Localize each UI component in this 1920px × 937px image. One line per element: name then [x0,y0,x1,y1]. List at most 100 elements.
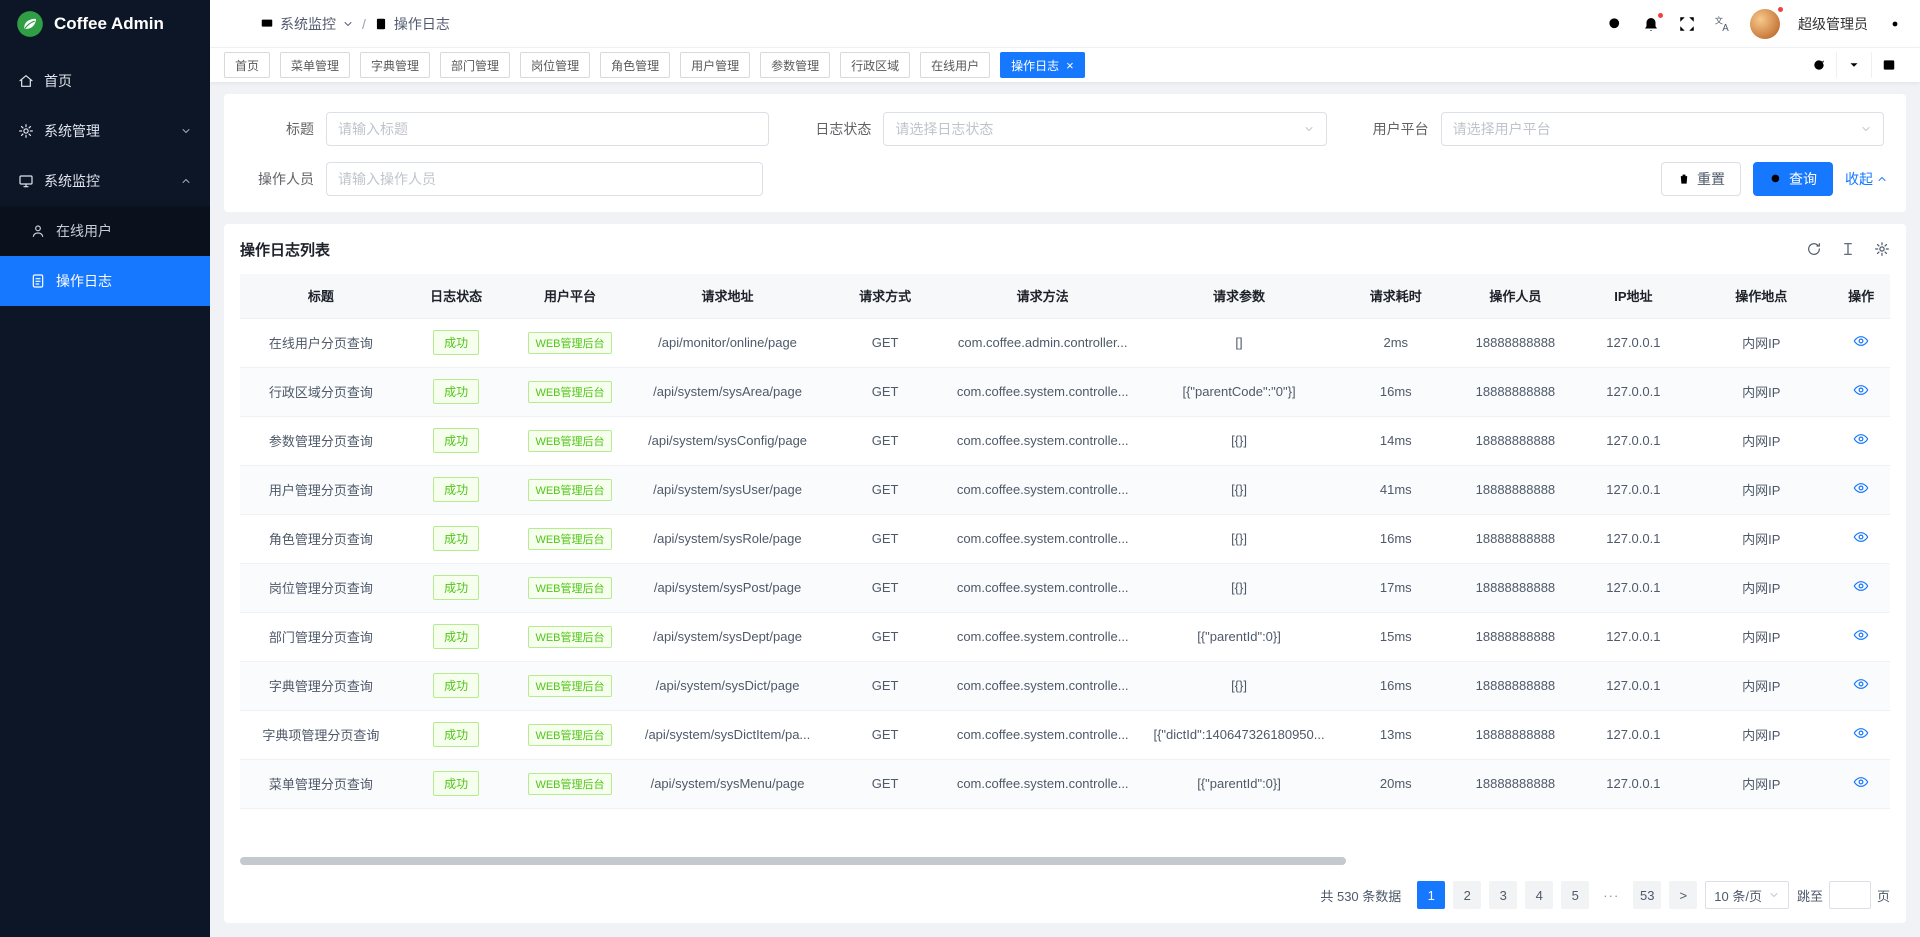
tab-item[interactable]: 行政区域 [840,52,910,78]
view-detail-button[interactable] [1853,578,1869,594]
cell-request-method: GET [826,465,945,514]
page-button[interactable]: 1 [1417,881,1445,909]
filter-row-2: 操作人员 重置 查询 [240,162,1890,196]
view-detail-button[interactable] [1853,382,1869,398]
cell-ip: 127.0.0.1 [1576,759,1690,808]
column-header: IP地址 [1576,274,1690,318]
breadcrumb: 系统监控 / 操作日志 [260,14,450,34]
table-density-button[interactable] [1840,241,1856,257]
cell-operator: 18888888888 [1454,416,1576,465]
tab-label: 操作日志 [1011,57,1059,74]
chevron-down-icon [342,18,354,30]
page-button[interactable]: 2 [1453,881,1481,909]
tab-item[interactable]: 角色管理 [600,52,670,78]
operator-field [326,162,763,196]
page-size-select[interactable]: 10 条/页 [1705,881,1789,909]
filter-panel: 标题 日志状态 用户平台 [224,94,1906,212]
column-settings-button[interactable] [1874,241,1890,257]
sidebar-item-online-users[interactable]: 在线用户 [0,206,210,256]
cell-status: 成功 [402,416,511,465]
tab-item[interactable]: 岗位管理 [520,52,590,78]
operator-input[interactable] [338,171,751,187]
refresh-tab-button[interactable] [1802,52,1836,78]
filter-row-1: 标题 日志状态 用户平台 [240,112,1890,146]
cell-status: 成功 [402,514,511,563]
tab-item[interactable]: 操作日志 × [1000,52,1085,78]
sidebar-item-system-monitor[interactable]: 系统监控 [0,156,210,206]
page-button[interactable]: 4 [1525,881,1553,909]
view-detail-button[interactable] [1853,333,1869,349]
search-button[interactable] [1606,15,1624,33]
eye-icon [1853,725,1869,741]
status-tag: 成功 [433,379,479,404]
tab-label: 角色管理 [611,57,659,74]
scrollbar-thumb[interactable] [240,857,1346,865]
cell-request-function: com.coffee.admin.controller... [945,318,1141,367]
fullscreen-button[interactable] [1678,15,1696,33]
title-field [326,112,769,146]
user-menu[interactable] [1750,9,1780,39]
notifications-button[interactable] [1642,15,1660,33]
refresh-table-button[interactable] [1806,241,1822,257]
logo[interactable]: Coffee Admin [0,0,210,48]
settings-button[interactable] [1886,15,1904,33]
view-detail-button[interactable] [1853,529,1869,545]
platform-select-input[interactable] [1453,121,1854,137]
sidebar-item-op-log[interactable]: 操作日志 [0,256,210,306]
collapse-sidebar-button[interactable] [226,15,244,33]
cell-action [1832,710,1890,759]
horizontal-scrollbar [240,857,1890,865]
tab-item[interactable]: 部门管理 [440,52,510,78]
tab-item[interactable]: 用户管理 [680,52,750,78]
sidebar-item-home[interactable]: 首页 [0,56,210,106]
content-fullscreen-button[interactable] [1872,52,1906,78]
next-page-button[interactable]: > [1669,881,1697,909]
operator-label: 操作人员 [240,169,326,189]
view-detail-button[interactable] [1853,676,1869,692]
tab-item[interactable]: 参数管理 [760,52,830,78]
tab-item[interactable]: 首页 [224,52,270,78]
view-detail-button[interactable] [1853,627,1869,643]
sidebar-item-system-mgmt[interactable]: 系统管理 [0,106,210,156]
cell-title: 字典项管理分页查询 [240,710,402,759]
platform-select[interactable] [1441,112,1884,146]
view-detail-button[interactable] [1853,725,1869,741]
tab-item[interactable]: 在线用户 [920,52,990,78]
cell-title: 参数管理分页查询 [240,416,402,465]
cell-request-params: [] [1141,318,1337,367]
tab-item[interactable]: 字典管理 [360,52,430,78]
view-detail-button[interactable] [1853,774,1869,790]
filter-group-operator: 操作人员 [240,162,791,196]
page-button[interactable]: 5 [1561,881,1589,909]
breadcrumb-separator: / [362,16,366,32]
platform-tag: WEB管理后台 [528,773,611,795]
status-select-input[interactable] [895,121,1296,137]
breadcrumb-label: 系统监控 [280,14,336,34]
tab-item[interactable]: 菜单管理 [280,52,350,78]
cell-location: 内网IP [1690,661,1832,710]
language-button[interactable]: 文A [1714,15,1732,33]
current-user-name[interactable]: 超级管理员 [1798,14,1868,34]
view-detail-button[interactable] [1853,480,1869,496]
breadcrumb-item-monitor[interactable]: 系统监控 [260,14,354,34]
cell-request-method: GET [826,563,945,612]
breadcrumb-item-oplog[interactable]: 操作日志 [374,14,450,34]
cell-operator: 18888888888 [1454,514,1576,563]
column-header: 请求方法 [945,274,1141,318]
view-detail-button[interactable] [1853,431,1869,447]
reset-button[interactable]: 重置 [1661,162,1741,196]
tab-options-dropdown[interactable] [1836,52,1872,78]
title-input[interactable] [338,121,757,137]
jump-page-input[interactable] [1829,881,1871,909]
cell-platform: WEB管理后台 [511,514,630,563]
page-button[interactable]: 3 [1489,881,1517,909]
search-button[interactable]: 查询 [1753,162,1833,196]
page-content: 标题 日志状态 用户平台 [210,82,1920,937]
cell-request-method: GET [826,416,945,465]
collapse-filter-link[interactable]: 收起 [1845,169,1888,189]
tab-close-icon[interactable]: × [1066,59,1074,72]
status-select[interactable] [883,112,1326,146]
cell-title: 部门管理分页查询 [240,612,402,661]
page-button[interactable]: 53 [1633,881,1661,909]
search-label: 查询 [1789,169,1817,189]
